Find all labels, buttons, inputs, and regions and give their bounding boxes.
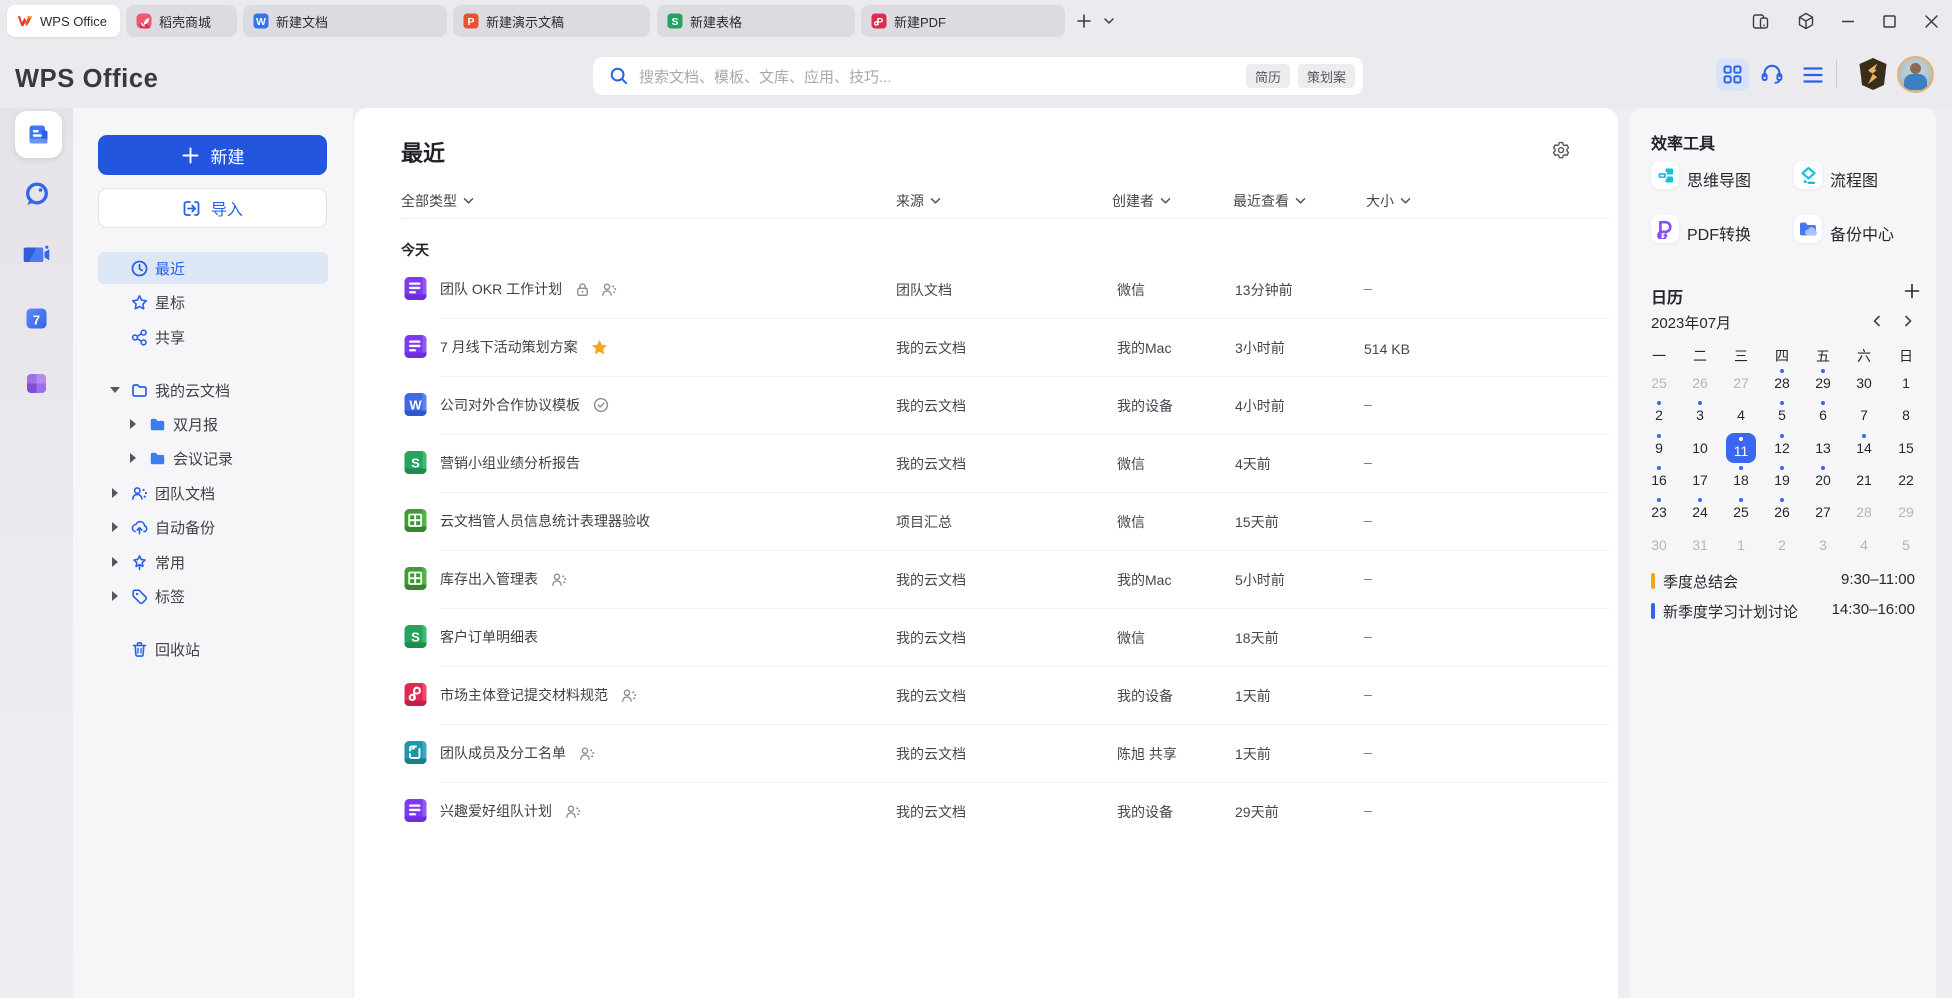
svg-text:7: 7	[33, 313, 40, 328]
svg-text:S: S	[411, 456, 420, 471]
svg-text:S: S	[411, 630, 420, 645]
svg-text:S: S	[671, 16, 678, 28]
svg-text:P: P	[467, 16, 474, 28]
svg-text:W: W	[409, 398, 422, 413]
svg-text:W: W	[256, 16, 266, 28]
